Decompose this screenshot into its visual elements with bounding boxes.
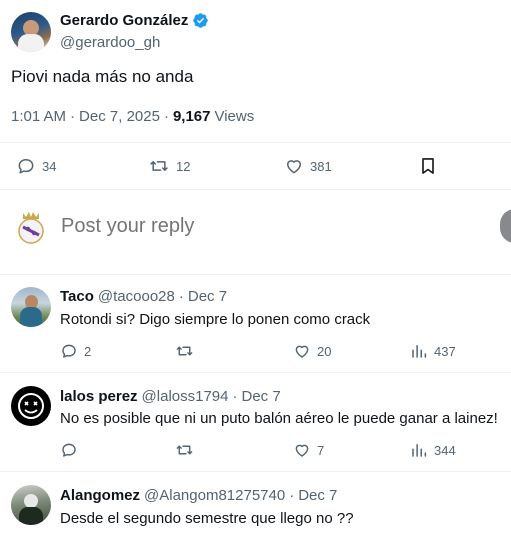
analytics-icon	[410, 441, 428, 459]
reply-count: 34	[42, 158, 57, 174]
reply-icon	[60, 342, 78, 360]
reply-icon	[16, 156, 36, 176]
reply-text: No es posible que ni un puto balón aéreo…	[60, 410, 498, 427]
reply-retweet-button[interactable]	[175, 342, 200, 360]
reply-icon	[60, 441, 78, 459]
meta-separator: ·	[70, 108, 76, 125]
reply-author-handle[interactable]: @tacooo28	[98, 288, 175, 305]
reply-text: Desde el segundo semestre que llego no ?…	[60, 510, 354, 527]
reply-avatar[interactable]	[11, 287, 51, 327]
reply-views-button[interactable]: 437	[410, 342, 456, 360]
divider	[0, 372, 511, 373]
meta-separator: ·	[289, 487, 295, 504]
retweet-icon	[175, 441, 194, 459]
divider	[0, 274, 511, 275]
retweet-count: 12	[176, 158, 191, 174]
tweet-date[interactable]: Dec 7, 2025	[79, 108, 160, 125]
reply-author-name[interactable]: Taco	[60, 288, 94, 305]
views-label: Views	[214, 108, 255, 125]
heart-icon	[293, 441, 311, 459]
views-count: 437	[434, 343, 456, 359]
reply-input[interactable]	[61, 211, 461, 241]
bookmark-button[interactable]	[418, 156, 438, 176]
reply-header: lalos perez @laloss1794 · Dec 7	[60, 388, 281, 405]
reply-avatar[interactable]	[11, 485, 51, 525]
meta-separator: ·	[163, 108, 169, 125]
analytics-icon	[410, 342, 428, 360]
like-count: 20	[317, 343, 332, 359]
reply-date[interactable]: Dec 7	[188, 288, 227, 305]
like-count: 7	[317, 442, 325, 458]
heart-icon	[284, 156, 304, 176]
reply-count: 2	[84, 343, 92, 359]
divider	[0, 471, 511, 472]
meta-separator: ·	[232, 388, 238, 405]
reply-views-button[interactable]: 344	[410, 441, 456, 459]
like-button[interactable]: 381	[284, 156, 332, 176]
reply-header: Taco @tacooo28 · Dec 7	[60, 288, 227, 305]
reply-submit-button[interactable]	[500, 209, 511, 243]
views-count: 9,167	[172, 108, 211, 125]
reply-date[interactable]: Dec 7	[298, 487, 337, 504]
meta-separator: ·	[178, 288, 184, 305]
reply-date[interactable]: Dec 7	[242, 388, 281, 405]
retweet-icon	[175, 342, 194, 360]
retweet-button[interactable]: 12	[148, 156, 190, 176]
heart-icon	[293, 342, 311, 360]
reply-button[interactable]: 34	[16, 156, 56, 176]
divider	[0, 189, 511, 190]
like-count: 381	[310, 158, 332, 174]
reply-like-button[interactable]: 7	[293, 441, 324, 459]
reply-author-handle[interactable]: @laloss1794	[142, 388, 229, 405]
reply-text: Rotondi si? Digo siempre lo ponen como c…	[60, 311, 371, 328]
views-count: 344	[434, 442, 456, 458]
bookmark-icon	[418, 156, 438, 176]
reply-reply-button[interactable]	[60, 441, 84, 459]
reply-reply-button[interactable]: 2	[60, 342, 91, 360]
author-avatar[interactable]	[11, 12, 51, 52]
reply-like-button[interactable]: 20	[293, 342, 331, 360]
reply-retweet-button[interactable]	[175, 441, 200, 459]
tweet-meta: 1:01 AM · Dec 7, 2025 · 9,167 Views	[11, 108, 254, 125]
verified-badge-icon	[192, 12, 209, 29]
reply-author-handle[interactable]: @Alangom81275740	[144, 487, 285, 504]
reply-author-name[interactable]: lalos perez	[60, 388, 138, 405]
tweet-time[interactable]: 1:01 AM	[11, 108, 66, 125]
reply-author-name[interactable]: Alangomez	[60, 487, 140, 504]
tweet-text: Piovi nada más no anda	[11, 67, 194, 86]
divider	[0, 142, 511, 143]
retweet-icon	[148, 156, 170, 176]
user-avatar[interactable]	[14, 208, 48, 246]
author-handle[interactable]: @gerardoo_gh	[60, 34, 160, 51]
reply-header: Alangomez @Alangom81275740 · Dec 7	[60, 487, 337, 504]
reply-avatar[interactable]	[11, 386, 51, 426]
author-name[interactable]: Gerardo González	[60, 12, 188, 29]
